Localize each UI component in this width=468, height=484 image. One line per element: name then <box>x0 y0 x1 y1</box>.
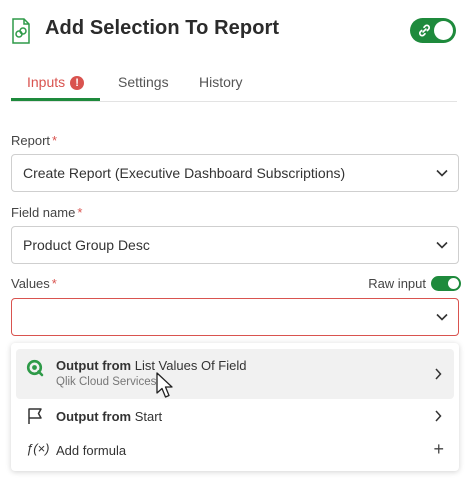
error-icon: ! <box>70 76 85 90</box>
values-select[interactable] <box>11 298 459 336</box>
flag-icon <box>28 408 42 424</box>
field-name-label-text: Field name <box>11 205 76 220</box>
tabs-divider <box>11 101 457 102</box>
option-target: List Values Of Field <box>134 358 247 373</box>
values-label-text: Values <box>11 276 50 291</box>
option-prefix: Output from <box>56 409 132 424</box>
report-label: Report * <box>11 133 57 148</box>
tab-bar: Inputs! Settings History <box>11 72 457 102</box>
report-block-icon <box>12 18 30 44</box>
option-add-formula[interactable]: ƒ(×) Add formula + <box>16 433 454 467</box>
chevron-right-icon <box>435 368 442 380</box>
raw-input-label: Raw input <box>368 276 426 291</box>
report-select-value: Create Report (Executive Dashboard Subsc… <box>23 165 346 181</box>
chevron-right-icon <box>435 410 442 422</box>
tab-history[interactable]: History <box>199 74 243 102</box>
chevron-down-icon <box>436 169 448 177</box>
report-label-text: Report <box>11 133 51 148</box>
tab-inputs-label: Inputs <box>27 74 66 90</box>
field-name-select-value: Product Group Desc <box>23 237 150 253</box>
block-enabled-toggle[interactable] <box>410 18 456 43</box>
toggle-knob <box>434 21 453 40</box>
option-output-list-values[interactable]: Output from List Values Of Field Qlik Cl… <box>16 349 454 399</box>
chevron-down-icon <box>436 241 448 249</box>
option-target: Start <box>134 409 163 424</box>
option-prefix: Output from <box>56 358 132 373</box>
field-name-label: Field name * <box>11 205 82 220</box>
values-dropdown-menu: Output from List Values Of Field Qlik Cl… <box>11 343 459 471</box>
raw-input-toggle[interactable] <box>431 276 461 291</box>
header: Add Selection To Report <box>0 0 468 60</box>
plus-icon: + <box>433 439 444 459</box>
option-output-start[interactable]: Output from Start <box>16 399 454 433</box>
tab-settings[interactable]: Settings <box>118 74 169 102</box>
toggle-knob <box>448 278 459 289</box>
formula-icon: ƒ(×) <box>26 441 50 456</box>
page-title: Add Selection To Report <box>45 17 280 39</box>
mouse-cursor-icon <box>156 372 173 398</box>
report-select[interactable]: Create Report (Executive Dashboard Subsc… <box>11 154 459 192</box>
chevron-down-icon <box>436 313 448 321</box>
option-label: Add formula <box>56 443 127 458</box>
option-subtitle: Qlik Cloud Services <box>56 376 157 388</box>
qlik-icon <box>26 359 44 377</box>
required-marker: * <box>51 276 57 291</box>
option-label: Output from Start <box>56 409 162 424</box>
required-marker: * <box>52 133 58 148</box>
required-marker: * <box>77 205 83 220</box>
option-label: Output from List Values Of Field <box>56 358 246 373</box>
link-icon <box>419 24 430 37</box>
values-label: Values * <box>11 276 57 291</box>
field-name-select[interactable]: Product Group Desc <box>11 226 459 264</box>
